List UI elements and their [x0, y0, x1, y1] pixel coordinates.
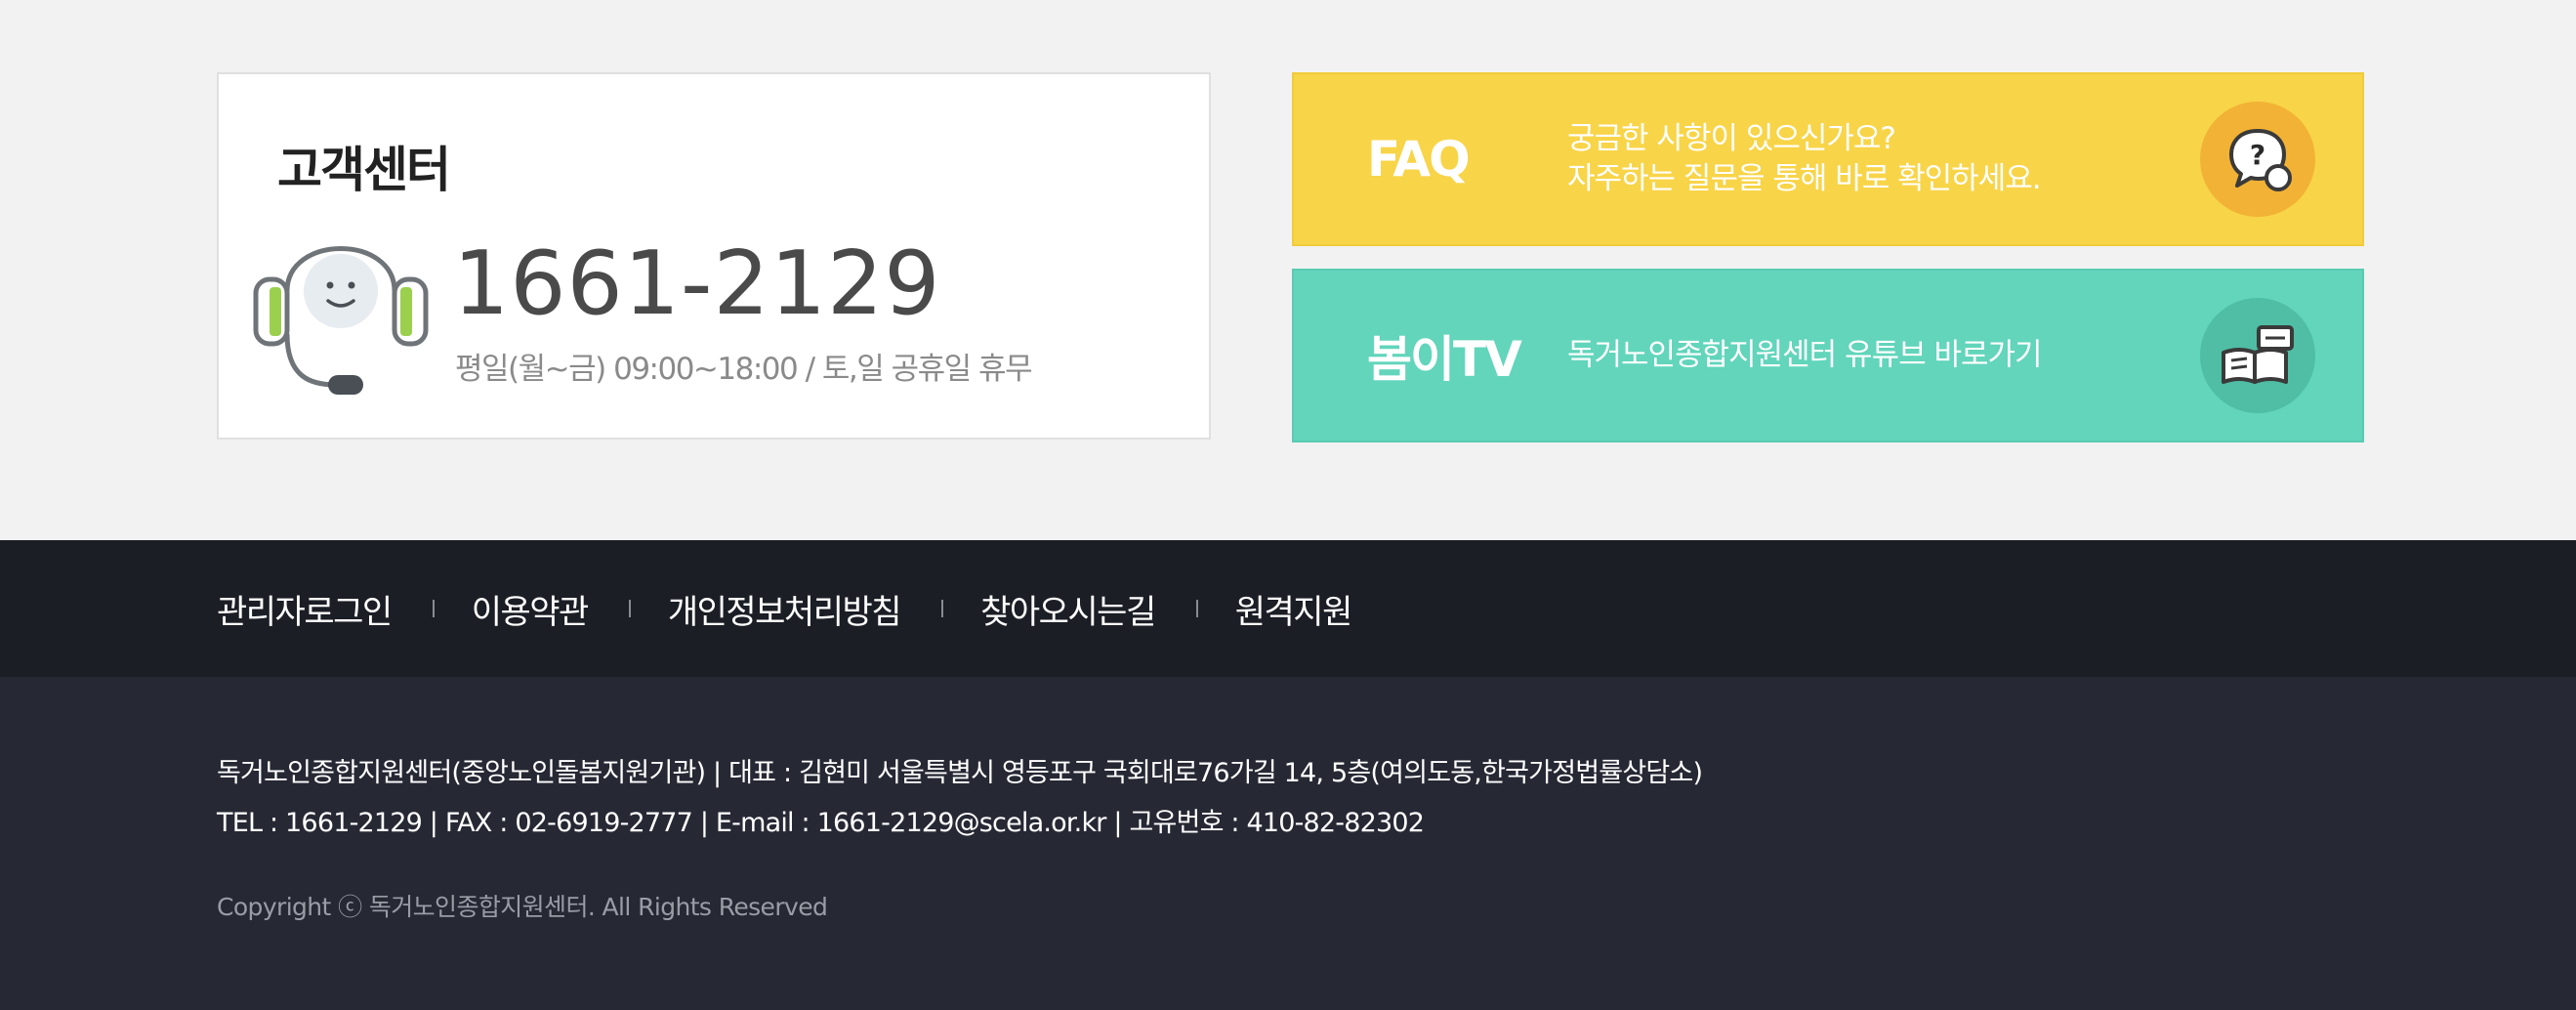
footer-link-directions[interactable]: 찾아오시는길 — [980, 585, 1156, 633]
faq-description: 궁금한 사항이 있으신가요? 자주하는 질문을 통해 바로 확인하세요. — [1567, 119, 2042, 199]
tv-title: 봄이TV — [1367, 331, 1522, 388]
footer-nav-divider — [628, 600, 631, 617]
footer-link-terms[interactable]: 이용약관 — [472, 585, 590, 633]
tv-banner[interactable]: 봄이TV 독거노인종합지원센터 유튜브 바로가기 — [1292, 269, 2364, 442]
footer-nav-divider — [941, 600, 944, 617]
customer-center-box: 고객센터 1661-2129 평일(월~금) 09:00~18:00 / 토,일… — [217, 72, 1211, 440]
footer-nav-divider — [432, 600, 435, 617]
footer-link-privacy[interactable]: 개인정보처리방침 — [668, 585, 902, 633]
tv-description-line-1: 독거노인종합지원센터 유튜브 바로가기 — [1567, 337, 2043, 373]
footer-contact: TEL : 1661-2129 | FAX : 02-6919-2777 | E… — [217, 808, 1425, 838]
footer-nav-list: 관리자로그인 이용약관 개인정보처리방침 찾아오시는길 원격지원 — [217, 540, 1353, 677]
question-bubble-icon: ? — [2200, 102, 2315, 217]
footer-copyright: Copyright ⓒ 독거노인종합지원센터. All Rights Reser… — [217, 893, 828, 921]
book-chat-icon — [2200, 298, 2315, 413]
customer-center-title: 고객센터 — [277, 142, 451, 198]
footer-link-admin-login[interactable]: 관리자로그인 — [217, 585, 393, 633]
footer-info: 독거노인종합지원센터(중앙노인돌봄지원기관) | 대표 : 김현미 서울특별시 … — [0, 677, 2576, 1010]
tv-description: 독거노인종합지원센터 유튜브 바로가기 — [1567, 336, 2043, 376]
customer-center-hours: 평일(월~금) 09:00~18:00 / 토,일 공휴일 휴무 — [455, 352, 1033, 387]
footer-link-remote-support[interactable]: 원격지원 — [1235, 585, 1353, 633]
footer-nav-divider — [1195, 600, 1198, 617]
faq-title: FAQ — [1367, 131, 1471, 188]
faq-banner[interactable]: FAQ 궁금한 사항이 있으신가요? 자주하는 질문을 통해 바로 확인하세요.… — [1292, 72, 2364, 246]
top-section: 고객센터 1661-2129 평일(월~금) 09:00~18:00 / 토,일… — [0, 0, 2576, 540]
faq-description-line-1: 궁금한 사항이 있으신가요? — [1567, 121, 1896, 156]
customer-center-phone: 1661-2129 — [453, 232, 941, 335]
footer-nav: 관리자로그인 이용약관 개인정보처리방침 찾아오시는길 원격지원 — [0, 540, 2576, 677]
headset-icon — [252, 211, 430, 406]
svg-text:?: ? — [2250, 139, 2265, 171]
footer-address: 독거노인종합지원센터(중앙노인돌봄지원기관) | 대표 : 김현미 서울특별시 … — [217, 758, 1703, 788]
faq-description-line-2: 자주하는 질문을 통해 바로 확인하세요. — [1567, 161, 2042, 196]
